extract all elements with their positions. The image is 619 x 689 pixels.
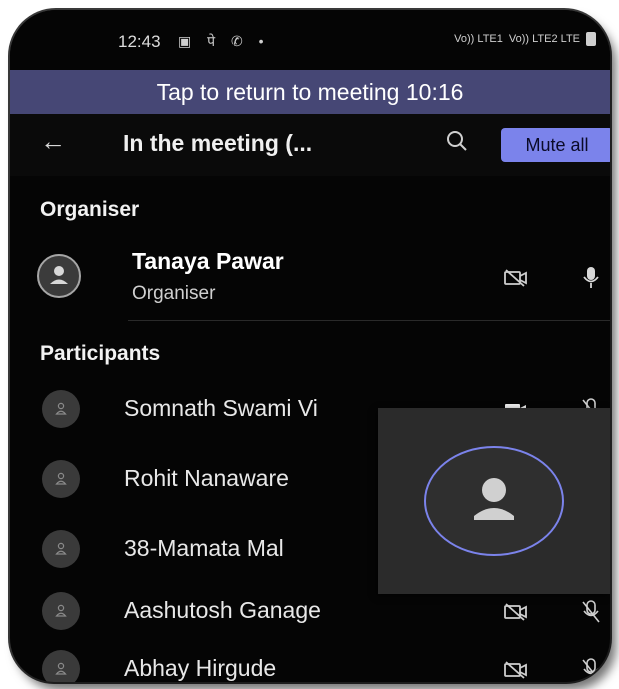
signal-icons: Vo)) LTE1 Vo)) LTE2 LTE bbox=[454, 32, 596, 46]
search-icon[interactable] bbox=[444, 128, 470, 154]
status-time: 12:43 bbox=[118, 32, 161, 51]
organiser-name: Tanaya Pawar bbox=[132, 248, 284, 274]
header: ← In the meeting (... Mute all bbox=[10, 114, 610, 176]
microphone-muted-icon bbox=[582, 658, 600, 681]
phone-screen: 12:43 ▣ पे ✆ • Vo)) LTE1 Vo)) LTE2 LTE T… bbox=[10, 10, 610, 682]
battery-icon bbox=[586, 32, 596, 46]
avatar bbox=[37, 254, 81, 298]
self-video-tile[interactable] bbox=[378, 408, 610, 594]
person-icon bbox=[55, 662, 67, 675]
person-icon bbox=[50, 266, 68, 284]
organiser-role: Organiser bbox=[132, 283, 216, 304]
return-banner-text: Tap to return to meeting 10:16 bbox=[156, 78, 464, 105]
person-icon bbox=[55, 472, 67, 485]
status-bar: 12:43 ▣ पे ✆ • Vo)) LTE1 Vo)) LTE2 LTE bbox=[10, 10, 610, 70]
divider bbox=[128, 320, 610, 321]
signal-sim1-label: Vo)) LTE1 bbox=[454, 33, 503, 45]
participant-name: Somnath Swami Vi bbox=[124, 395, 318, 421]
avatar bbox=[42, 530, 80, 568]
mute-all-label: Mute all bbox=[525, 134, 589, 155]
camera-off-icon bbox=[504, 603, 527, 621]
microphone-muted-icon bbox=[582, 600, 600, 623]
participant-name: Abhay Hirgude bbox=[124, 655, 277, 681]
participant-name: Aashutosh Ganage bbox=[124, 597, 321, 623]
camera-off-icon bbox=[504, 269, 527, 287]
avatar bbox=[42, 390, 80, 428]
person-icon bbox=[55, 542, 67, 555]
notification-icons: ▣ पे ✆ • bbox=[178, 33, 270, 49]
microphone-icon[interactable] bbox=[582, 266, 600, 290]
participant-name: Rohit Nanaware bbox=[124, 465, 289, 491]
participants-section-title: Participants bbox=[40, 342, 161, 365]
avatar bbox=[42, 592, 80, 630]
camera-off-icon bbox=[504, 661, 527, 679]
avatar bbox=[42, 460, 80, 498]
signal-sim2-label: Vo)) LTE2 LTE bbox=[508, 33, 580, 45]
organiser-section-title: Organiser bbox=[40, 198, 140, 221]
mute-all-button[interactable]: Mute all bbox=[501, 128, 610, 162]
person-icon bbox=[55, 402, 67, 415]
participant-row[interactable]: Abhay Hirgude bbox=[10, 640, 610, 682]
page-title: In the meeting (... bbox=[123, 130, 313, 156]
avatar bbox=[424, 446, 564, 556]
person-icon bbox=[474, 478, 514, 520]
return-to-meeting-banner[interactable]: Tap to return to meeting 10:16 bbox=[10, 70, 610, 114]
person-icon bbox=[55, 604, 67, 617]
avatar bbox=[42, 650, 80, 682]
participant-name: 38-Mamata Mal bbox=[124, 535, 284, 561]
organiser-row[interactable]: Tanaya Pawar Organiser bbox=[10, 238, 610, 320]
back-arrow-icon[interactable]: ← bbox=[40, 126, 66, 157]
